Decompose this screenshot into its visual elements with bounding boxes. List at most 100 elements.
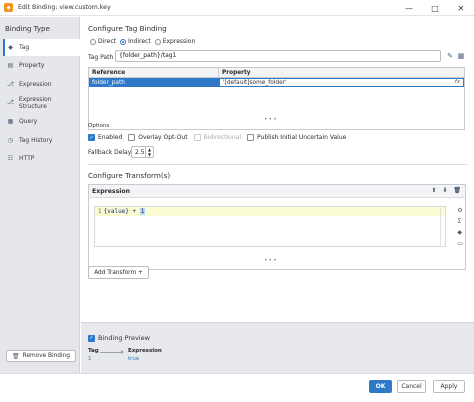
- close-button[interactable]: ✕: [448, 0, 474, 16]
- binding-preview-toggle[interactable]: ✓ Binding Preview: [88, 334, 150, 342]
- transform-toolbar: ⬆ ⬇ 🗑: [431, 187, 461, 194]
- query-icon: ▦: [7, 118, 14, 125]
- trash-icon: 🗑: [12, 352, 20, 360]
- maximize-button[interactable]: □: [422, 0, 448, 16]
- overlay-opt-out-checkbox[interactable]: Overlay Opt-Out: [128, 134, 188, 141]
- tag-history-icon: ◷: [7, 137, 14, 144]
- app-icon: ◆: [4, 3, 13, 12]
- radio-label: Expression: [162, 38, 196, 45]
- preview-tag-label: Tag: [88, 348, 99, 354]
- tag-path-input[interactable]: {folder_path}/tag1: [115, 50, 441, 62]
- move-down-icon[interactable]: ⬇: [442, 187, 447, 194]
- sidebar-item-label: Tag: [19, 44, 30, 51]
- preview-tag-value: 1: [88, 356, 92, 362]
- sidebar-item-property[interactable]: ▤ Property: [3, 57, 80, 74]
- bidirectional-checkbox: Bidirectional: [193, 134, 241, 141]
- window-title: Edit Binding: view.custom.key: [18, 4, 111, 11]
- code-token: {value}: [103, 208, 129, 215]
- check-icon: ✓: [88, 134, 95, 141]
- tag-tree-icon[interactable]: ▦: [457, 52, 465, 60]
- section-divider: [88, 164, 468, 165]
- checkbox-indicator: [128, 134, 136, 141]
- column-header-reference: Reference: [89, 68, 219, 77]
- sidebar-item-expression-structure[interactable]: ⎇ Expression Structure: [3, 94, 80, 111]
- add-transform-button[interactable]: Add Transform +: [88, 266, 149, 279]
- checkbox-indicator: [193, 134, 201, 141]
- spinner[interactable]: ▲ ▼: [145, 147, 153, 157]
- remove-binding-button[interactable]: 🗑 Remove Binding: [6, 350, 76, 362]
- radio-indicator: [90, 38, 96, 45]
- http-icon: ☷: [7, 155, 14, 162]
- checkbox-label: Bidirectional: [203, 134, 241, 141]
- mode-direct-radio[interactable]: Direct: [90, 38, 116, 45]
- checkbox-indicator: [247, 134, 254, 141]
- remove-binding-label: Remove Binding: [22, 353, 70, 359]
- apply-button[interactable]: Apply: [433, 380, 465, 393]
- preview-expression-value: true: [128, 356, 140, 362]
- sidebar-item-query[interactable]: ▦ Query: [3, 113, 80, 130]
- mode-expression-radio[interactable]: Expression: [154, 38, 196, 45]
- property-reference-icon[interactable]: ⚙: [457, 207, 463, 214]
- code-operator: +: [128, 208, 140, 215]
- column-header-property: Property: [222, 69, 251, 76]
- tag-reference-icon[interactable]: ◆: [457, 229, 463, 236]
- resize-grip[interactable]: •••: [264, 116, 278, 123]
- sidebar-item-expression[interactable]: ⎇ Expression: [3, 76, 80, 93]
- tag-browse-icon[interactable]: ✎: [446, 52, 454, 60]
- sidebar-item-label: HTTP: [19, 155, 35, 162]
- function-icon[interactable]: Σ: [457, 218, 463, 225]
- mode-indirect-radio[interactable]: Indirect: [119, 38, 151, 45]
- fx-icon[interactable]: fx: [455, 79, 460, 85]
- radio-indicator: [154, 38, 161, 45]
- property-value: '[default]some_folder': [223, 79, 287, 86]
- line-number: 1: [98, 208, 102, 215]
- code-line[interactable]: 1 {value} + 1: [95, 207, 445, 216]
- sidebar-item-label: Expression: [19, 81, 52, 88]
- sidebar-item-http[interactable]: ☷ HTTP: [3, 150, 80, 167]
- resize-grip[interactable]: •••: [264, 257, 278, 264]
- radio-label: Direct: [98, 38, 116, 45]
- check-icon: ✓: [88, 334, 95, 342]
- publish-initial-uncertain-checkbox[interactable]: Publish Initial Uncertain Value: [247, 134, 346, 141]
- table-row[interactable]: folder_path '[default]some_folder' fx: [89, 78, 464, 87]
- window-controls: — □ ✕: [396, 0, 474, 16]
- ok-button[interactable]: OK: [369, 380, 392, 393]
- sidebar-item-tag-history[interactable]: ◷ Tag History: [3, 132, 80, 149]
- preview-expression-label: Expression: [128, 348, 162, 354]
- expression-icon: ⎇: [7, 81, 14, 88]
- arrow-right-icon: [100, 350, 124, 354]
- sidebar-item-tag[interactable]: ◆ Tag: [3, 39, 80, 56]
- enabled-checkbox[interactable]: ✓ Enabled: [88, 134, 122, 141]
- reference-cell[interactable]: folder_path: [89, 78, 219, 87]
- binding-type-sidebar: Binding Type ◆ Tag ▤ Property ⎇ Expressi…: [0, 17, 80, 401]
- minimize-button[interactable]: —: [396, 0, 422, 16]
- transforms-title: Configure Transform(s): [88, 171, 171, 180]
- sidebar-item-label: Tag History: [19, 137, 53, 144]
- checkbox-label: Overlay Opt-Out: [138, 134, 188, 141]
- checkbox-label: Enabled: [98, 134, 123, 141]
- fallback-delay-label: Fallback Delay: [88, 149, 132, 156]
- code-number: 1: [139, 208, 146, 215]
- cancel-button[interactable]: Cancel: [397, 380, 426, 393]
- property-cell[interactable]: '[default]some_folder' fx: [219, 78, 464, 87]
- binding-type-header: Binding Type: [5, 25, 50, 33]
- tag-binding-title: Configure Tag Binding: [88, 24, 167, 33]
- main-panel: Configure Tag Binding Direct Indirect Ex…: [81, 17, 474, 322]
- binding-mode-group: Direct Indirect Expression: [90, 38, 195, 45]
- expand-editor-icon[interactable]: ▭: [457, 240, 463, 247]
- tag-icon: ◆: [8, 44, 13, 51]
- options-group: ✓ Enabled Overlay Opt-Out Bidirectional …: [88, 134, 352, 141]
- editor-scrollbar[interactable]: [440, 208, 444, 245]
- options-label: Options: [88, 123, 110, 129]
- expression-structure-icon: ⎇: [7, 99, 14, 106]
- tag-path-label: Tag Path: [88, 54, 114, 61]
- move-up-icon[interactable]: ⬆: [431, 187, 436, 194]
- chevron-down-icon[interactable]: ▼: [148, 152, 151, 157]
- title-bar: ◆ Edit Binding: view.custom.key — □ ✕: [0, 0, 474, 16]
- checkbox-label: Publish Initial Uncertain Value: [257, 134, 347, 141]
- delete-icon[interactable]: 🗑: [453, 187, 461, 194]
- sidebar-item-label: Query: [19, 118, 38, 125]
- expression-editor[interactable]: 1 {value} + 1: [94, 206, 446, 247]
- radio-indicator: [119, 38, 126, 45]
- fallback-delay-stepper[interactable]: 2.5 ▲ ▼: [131, 146, 154, 158]
